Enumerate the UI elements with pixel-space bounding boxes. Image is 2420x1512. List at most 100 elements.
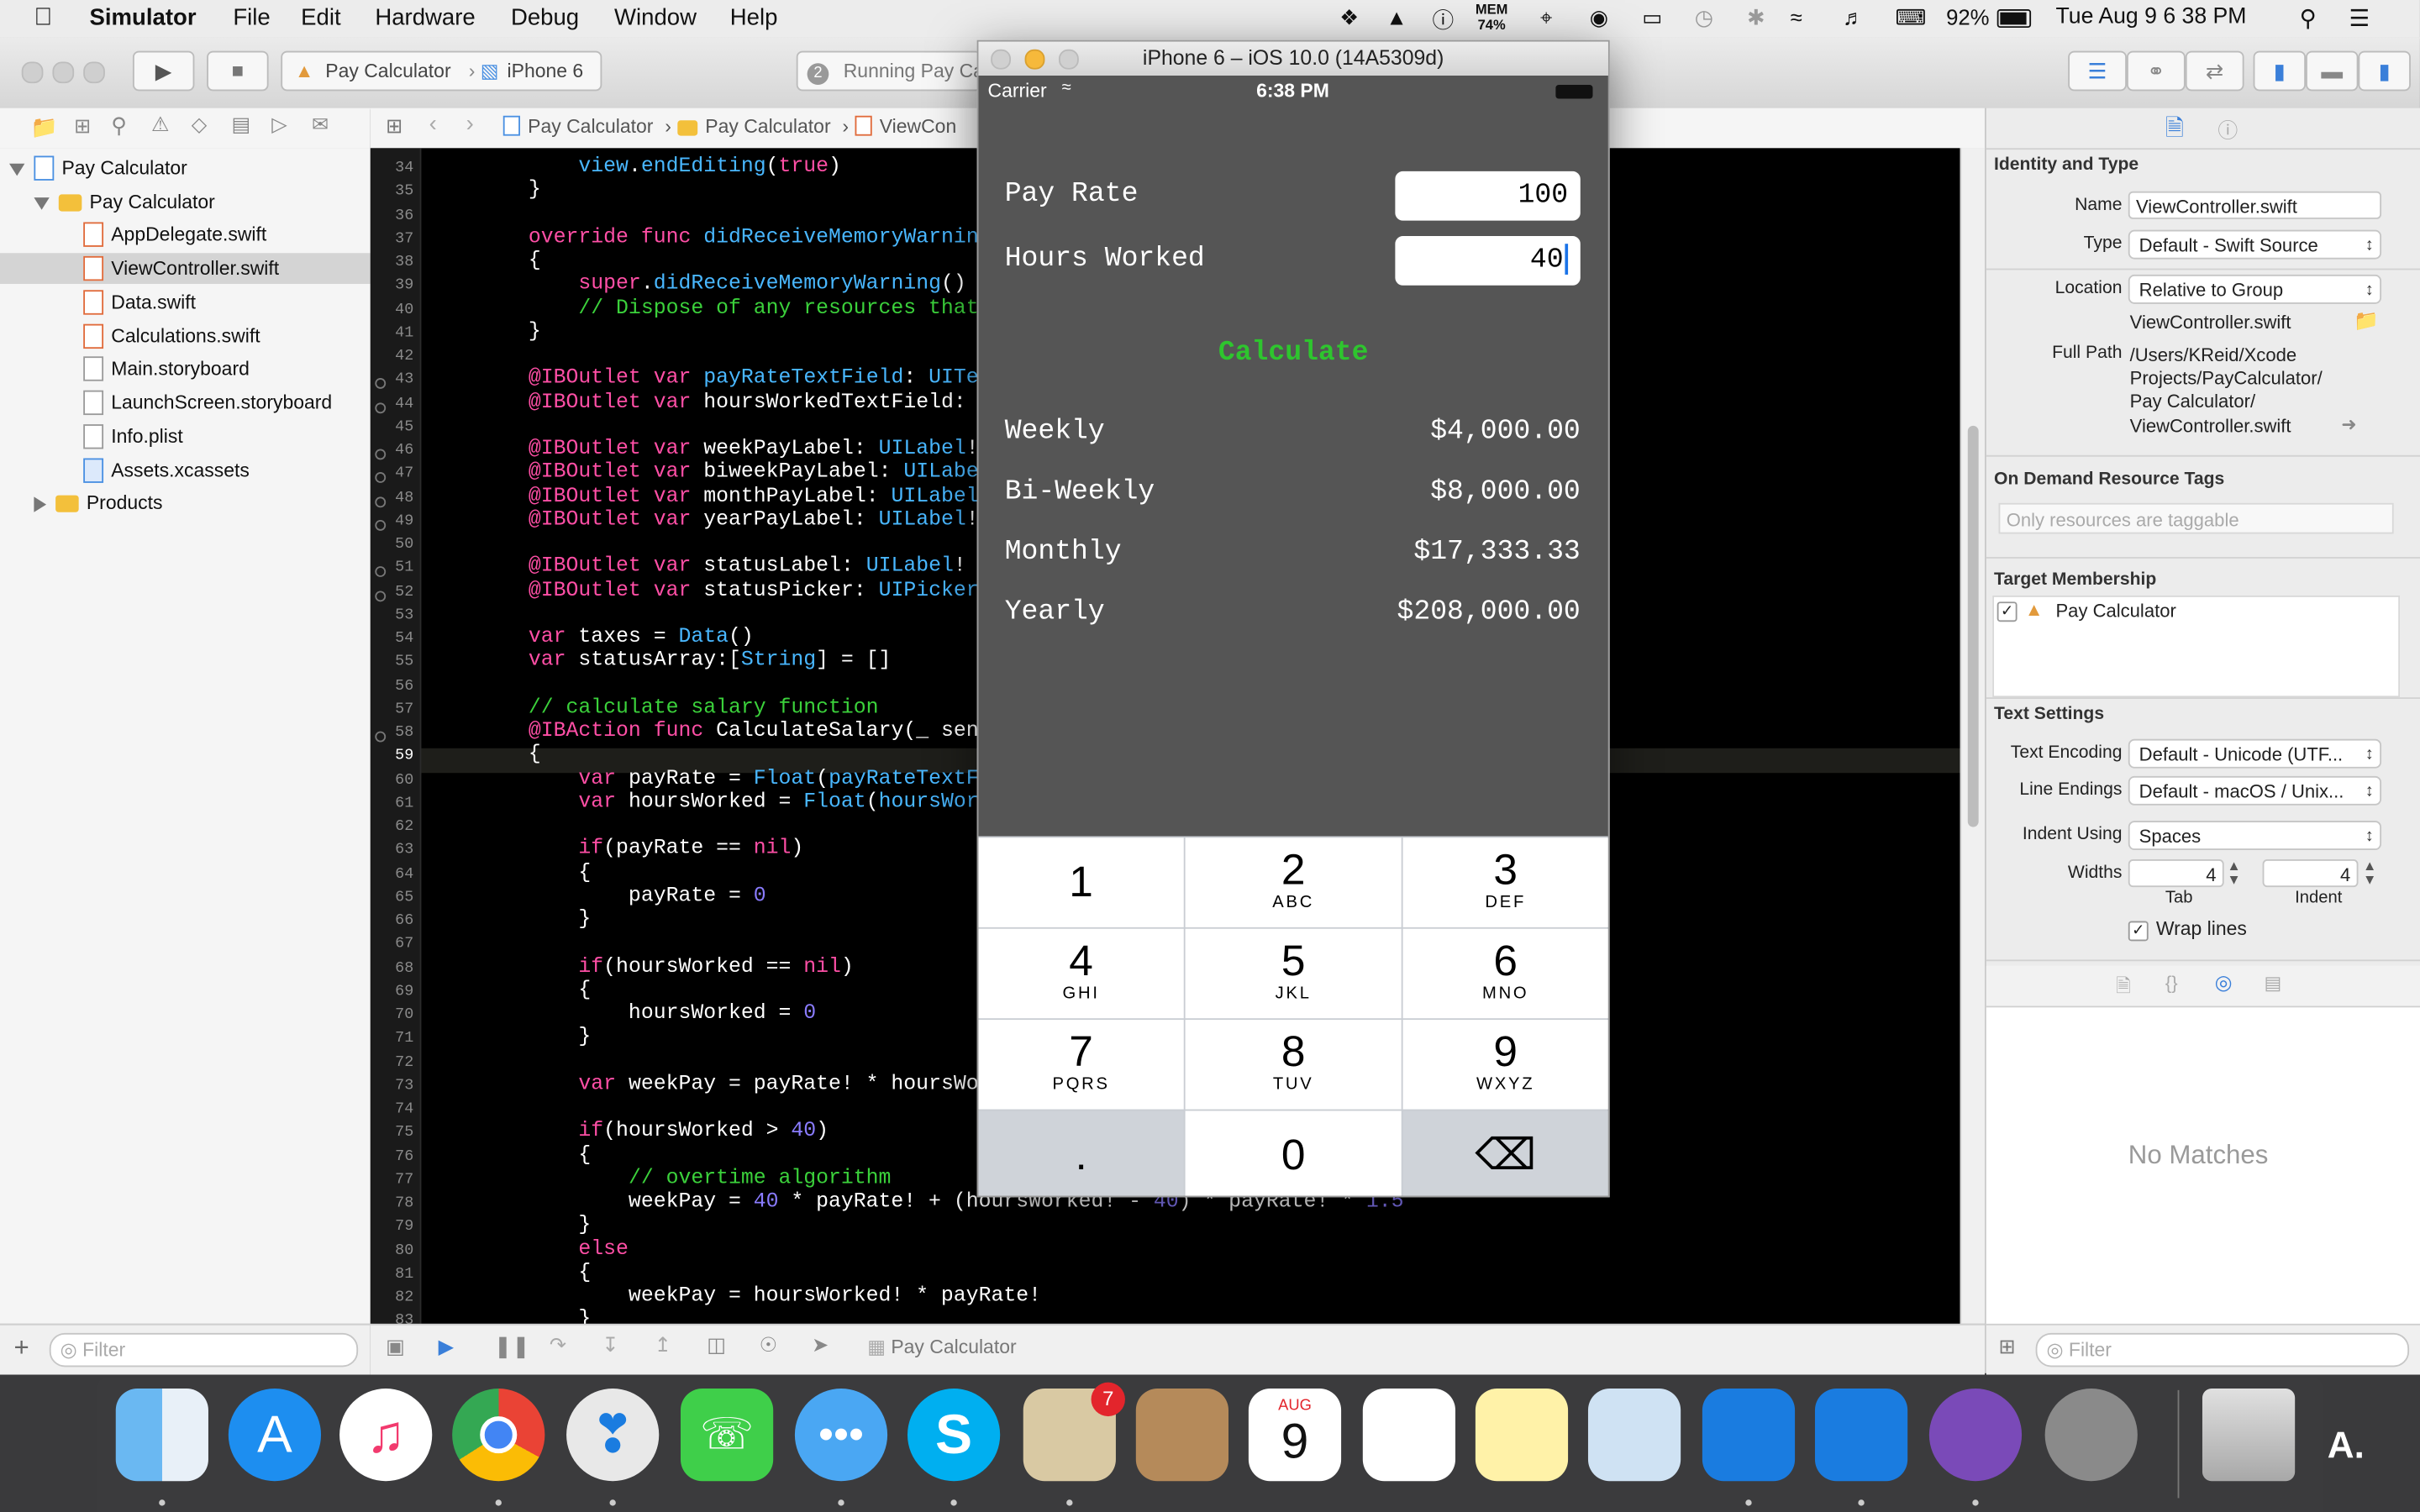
step-out-icon[interactable]: ↥ xyxy=(655,1333,671,1357)
key-7[interactable]: 7 PQRS xyxy=(978,1020,1184,1110)
wifi-icon[interactable]: ≈ xyxy=(1791,5,1802,29)
key-9[interactable]: 9 WXYZ xyxy=(1402,1020,1608,1110)
reveal-folder-icon[interactable]: 📁 xyxy=(2354,308,2379,333)
test-nav-icon[interactable]: ◇ xyxy=(192,113,207,137)
media-library-icon[interactable]: ▤ xyxy=(2264,972,2281,994)
preview-icon[interactable] xyxy=(1587,1389,1681,1482)
outlet-connection-icon[interactable] xyxy=(375,402,387,413)
outlet-connection-icon[interactable] xyxy=(375,519,387,531)
chrome-icon[interactable] xyxy=(452,1389,545,1482)
odr-tags-field[interactable]: Only resources are taggable xyxy=(1998,502,2394,534)
simulator-beta-icon[interactable] xyxy=(1814,1389,1908,1482)
standard-editor-button[interactable]: ☰ xyxy=(2068,50,2127,92)
assistant-editor-button[interactable]: ⚭ xyxy=(2126,50,2186,92)
key-1[interactable]: 1 xyxy=(978,837,1184,927)
hours-worked-field[interactable]: 40 xyxy=(1395,236,1581,286)
line-number-gutter[interactable]: 34 35 36 37 38 39 40 41 42 43 44 45 46 47 48 49 50 51 52 53… xyxy=(370,148,422,1324)
run-button[interactable]: ▶ xyxy=(132,50,195,92)
outlet-connection-icon[interactable] xyxy=(375,496,387,507)
scheme-selector[interactable]: ▲ Pay Calculator › ▧ iPhone 6 xyxy=(281,50,602,92)
menu-help[interactable]: Help xyxy=(730,5,778,31)
target-checkbox[interactable]: ✓ xyxy=(1996,601,2018,622)
indent-width-field[interactable]: 4 xyxy=(2262,859,2359,888)
tab-width-field[interactable]: 4 xyxy=(2128,859,2224,888)
view-debugger-icon[interactable]: ◫ xyxy=(707,1333,726,1357)
memory-graph-icon[interactable]: ☉ xyxy=(760,1333,777,1357)
file-inspector-icon[interactable]: 🗎 xyxy=(2165,113,2184,151)
facetime-icon[interactable]: ☏ xyxy=(680,1389,774,1482)
back-icon[interactable]: ‹ xyxy=(429,111,437,137)
itunes-icon[interactable]: ♫ xyxy=(339,1389,433,1482)
notification-center-icon[interactable]: ☰ xyxy=(2349,5,2370,32)
disclosure-icon[interactable] xyxy=(9,163,25,176)
outlet-connection-icon[interactable] xyxy=(375,449,387,460)
disclosure-icon[interactable] xyxy=(34,197,50,210)
library-filter-input[interactable]: ◎ Filter xyxy=(2035,1332,2410,1368)
tab-stepper[interactable]: ▲ ▼ xyxy=(2227,858,2240,887)
github-icon[interactable] xyxy=(1928,1389,2023,1482)
quick-help-icon[interactable]: ⓘ xyxy=(2217,114,2238,144)
key-5[interactable]: 5 JKL xyxy=(1185,928,1402,1019)
clock[interactable]: Tue Aug 9 6 38 PM xyxy=(2055,5,2246,29)
report-nav-icon[interactable]: ✉ xyxy=(312,113,329,137)
menu-hardware[interactable]: Hardware xyxy=(375,5,475,31)
grid-view-icon[interactable]: ⊞ xyxy=(1999,1335,2016,1359)
utilities-toggle[interactable]: ▮ xyxy=(2358,50,2411,92)
keyboard-icon[interactable]: ⌨ xyxy=(1895,5,1926,31)
debug-toggle[interactable]: ▬ xyxy=(2306,50,2359,92)
system-preferences-icon[interactable] xyxy=(2044,1389,2138,1482)
radio-icon[interactable]: ⌖ xyxy=(1540,5,1552,31)
airplay-icon[interactable]: ▭ xyxy=(1642,5,1662,31)
name-field[interactable]: ViewController.swift xyxy=(2128,191,2382,219)
key-0[interactable]: 0 xyxy=(1185,1110,1402,1196)
key-2[interactable]: 2 ABC xyxy=(1185,837,1402,927)
sim-close-button[interactable] xyxy=(991,49,1012,70)
mail-icon[interactable]: 7 xyxy=(1023,1382,1125,1482)
activity-viewer[interactable]: 2 Running Pay Ca xyxy=(796,50,982,92)
find-nav-icon[interactable]: ⚲ xyxy=(111,113,127,139)
close-button[interactable] xyxy=(21,61,44,84)
breadcrumb-group[interactable]: Pay Calculator xyxy=(705,116,830,138)
add-icon[interactable]: + xyxy=(14,1333,29,1364)
delete-key[interactable]: ⌫ xyxy=(1402,1110,1608,1196)
line-endings-popup[interactable]: Default - macOS / Unix... xyxy=(2128,775,2382,806)
symbol-nav-icon[interactable]: ⊞ xyxy=(74,114,91,139)
object-library-icon[interactable]: ◎ xyxy=(2215,970,2233,995)
stop-button[interactable]: ■ xyxy=(207,50,269,92)
related-items-icon[interactable]: ⊞ xyxy=(386,114,402,139)
bluetooth-icon[interactable]: ✱ xyxy=(1747,5,1765,31)
safari-icon[interactable]: ❣ xyxy=(566,1389,660,1482)
step-in-icon[interactable]: ↧ xyxy=(602,1333,618,1357)
breadcrumb-project[interactable]: Pay Calculator xyxy=(528,116,653,138)
nav-item-project[interactable]: Pay Calculator xyxy=(9,153,187,184)
forward-icon[interactable]: › xyxy=(466,111,474,137)
navigator-filter-input[interactable]: ◎ Filter xyxy=(49,1332,359,1368)
calculate-button[interactable]: Calculate xyxy=(978,338,1607,369)
pay-rate-field[interactable]: 100 xyxy=(1395,171,1581,221)
nav-item-group[interactable]: Pay Calculator xyxy=(34,186,215,218)
location-popup[interactable]: Relative to Group xyxy=(2128,274,2382,304)
key-4[interactable]: 4 GHI xyxy=(978,928,1184,1019)
navigator-toggle[interactable]: ▮ xyxy=(2253,50,2307,92)
finder-icon[interactable] xyxy=(115,1389,208,1482)
messages-icon[interactable]: ••• xyxy=(794,1389,888,1482)
sim-zoom-button[interactable] xyxy=(1058,49,1079,70)
scrollbar-thumb[interactable] xyxy=(1967,425,1979,827)
indent-stepper[interactable]: ▲ ▼ xyxy=(2363,858,2376,887)
minimize-button[interactable] xyxy=(52,61,75,84)
reminders-icon[interactable] xyxy=(1362,1389,1456,1482)
pause-icon[interactable]: ❚❚ xyxy=(494,1333,530,1359)
volume-icon[interactable]: ♬ xyxy=(1843,5,1865,29)
debug-nav-icon[interactable]: ▤ xyxy=(232,113,251,137)
nav-item-file[interactable]: Data.swift xyxy=(83,287,196,318)
menu-file[interactable]: File xyxy=(233,5,270,31)
app-store-icon[interactable]: A xyxy=(228,1389,322,1482)
key-3[interactable]: 3 DEF xyxy=(1402,837,1608,927)
outlet-connection-icon[interactable] xyxy=(375,590,387,601)
file-template-icon[interactable]: 🗎 xyxy=(2116,972,2131,1005)
nav-item-file[interactable]: Main.storyboard xyxy=(83,354,250,385)
breadcrumb-file[interactable]: ViewCon xyxy=(880,116,956,138)
menu-edit[interactable]: Edit xyxy=(301,5,340,31)
calendar-icon[interactable]: AUG 9 xyxy=(1248,1389,1342,1482)
battery-icon[interactable] xyxy=(1996,9,2032,29)
